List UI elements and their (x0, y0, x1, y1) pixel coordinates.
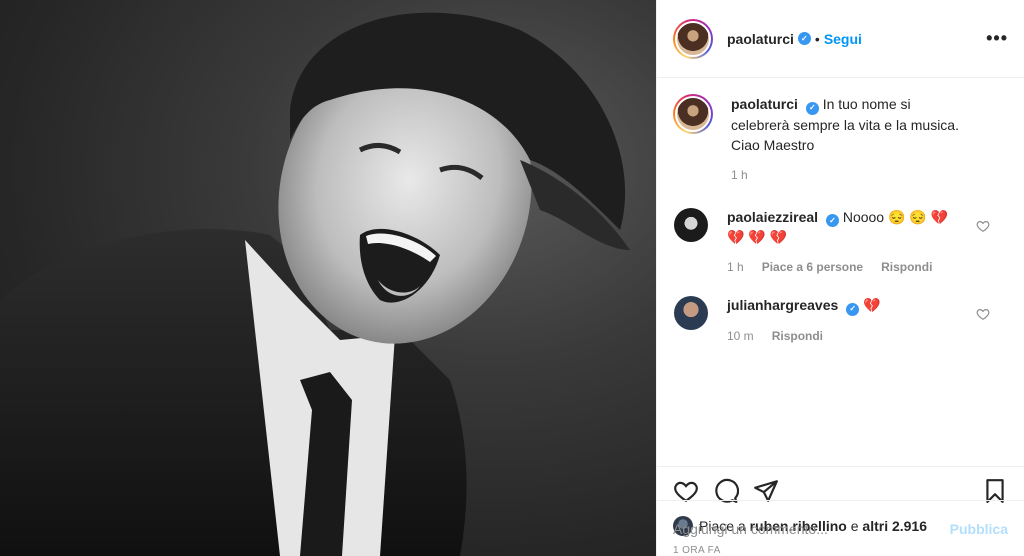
post-header: paolaturci ✓ • Segui ••• (657, 0, 1024, 78)
commenter-avatar[interactable] (673, 207, 709, 243)
comment-time[interactable]: 10 m (727, 326, 754, 346)
commenter-avatar[interactable] (673, 295, 709, 331)
author-username[interactable]: paolaturci (727, 31, 794, 47)
comment-item: julianhargreaves ✓ 💔 10 m Rispondi (673, 295, 1008, 346)
caption-time[interactable]: 1 h (731, 165, 748, 185)
comment-username[interactable]: paolaiezzireal (727, 209, 818, 225)
caption: paolaturci ✓ In tuo nome si celebrerà se… (673, 94, 1008, 185)
verified-badge-icon: ✓ (825, 214, 839, 227)
caption-avatar[interactable] (673, 94, 713, 134)
comment-time[interactable]: 1 h (727, 257, 744, 277)
post-photo[interactable] (0, 0, 656, 556)
add-comment-bar: Pubblica (657, 500, 1024, 556)
comment-item: paolaiezzireal ✓ Noooo 😔 😔 💔 💔 💔 💔 1 h P… (673, 207, 1008, 278)
post-dialog: paolaturci ✓ • Segui ••• paolaturci ✓ In… (0, 0, 1024, 556)
post-side-panel: paolaturci ✓ • Segui ••• paolaturci ✓ In… (656, 0, 1024, 556)
like-comment-heart-icon[interactable] (976, 219, 990, 233)
reply-button[interactable]: Rispondi (881, 257, 932, 277)
follow-button[interactable]: Segui (824, 31, 862, 47)
photo-illustration (0, 12, 630, 556)
reply-button[interactable]: Rispondi (772, 326, 823, 346)
verified-badge-icon: ✓ (846, 302, 860, 316)
caption-username[interactable]: paolaturci (731, 96, 798, 112)
comments-list[interactable]: paolaturci ✓ In tuo nome si celebrerà se… (657, 78, 1024, 467)
author-avatar[interactable] (673, 18, 713, 59)
verified-badge-icon: ✓ (797, 32, 811, 45)
comment-text: 💔 (863, 297, 881, 313)
like-comment-heart-icon[interactable] (976, 307, 990, 321)
comment-input[interactable] (673, 520, 950, 537)
verified-badge-icon: ✓ (805, 101, 819, 115)
comment-username[interactable]: julianhargreaves (727, 297, 838, 313)
more-options-icon[interactable]: ••• (986, 28, 1008, 49)
publish-button[interactable]: Pubblica (950, 521, 1008, 537)
header-separator: • (814, 30, 820, 47)
comment-likes-link[interactable]: Piace a 6 persone (762, 257, 863, 277)
